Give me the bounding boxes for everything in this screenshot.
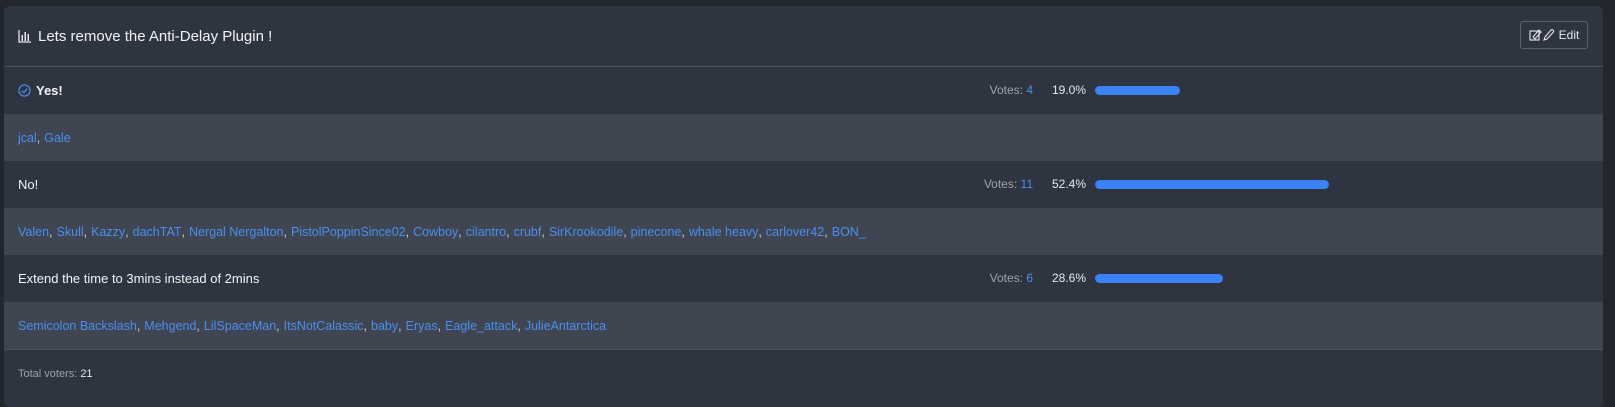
voter-link[interactable]: pinecone: [631, 225, 682, 239]
votes-count: 6: [1026, 271, 1033, 285]
voters-row: Semicolon Backslash, Mehgend, LilSpaceMan,…: [4, 302, 1603, 349]
poll-panel: Lets remove the Anti-Delay Plugin ! Edit…: [4, 6, 1603, 407]
voter-separator: ,: [125, 224, 129, 239]
total-voters-label: Total voters:: [18, 367, 78, 380]
option-label: No!: [18, 177, 38, 192]
option-label-text: Extend the time to 3mins instead of 2min…: [18, 271, 260, 286]
option-label: Yes!: [18, 83, 63, 98]
voter-link[interactable]: crubf: [514, 225, 542, 239]
voter-separator: ,: [517, 318, 521, 333]
voter-link[interactable]: baby: [371, 319, 398, 333]
votes-count: 4: [1026, 83, 1033, 97]
voter-separator: ,: [363, 318, 368, 333]
voter-separator: ,: [506, 224, 510, 239]
option-label-text: No!: [18, 177, 39, 192]
voter-link[interactable]: carlover42: [766, 225, 824, 239]
votes-count: 11: [1020, 177, 1033, 191]
voter-link[interactable]: whale heavy: [689, 225, 759, 239]
voter-link[interactable]: Cowboy: [413, 225, 458, 239]
votes-label: Votes:: [989, 83, 1023, 97]
votes-label: Votes:: [983, 177, 1018, 191]
voter-link[interactable]: Eryas: [406, 319, 438, 333]
voter-list: Semicolon Backslash, Mehgend, LilSpaceMan,…: [18, 319, 606, 333]
option-progress-bar: [1095, 180, 1329, 189]
total-voters-count: 21: [80, 367, 93, 380]
voter-link[interactable]: cilantro: [466, 225, 506, 239]
check-circle-icon: [18, 84, 31, 97]
voter-separator: ,: [681, 224, 685, 239]
poll-title: Lets remove the Anti-Delay Plugin !: [18, 28, 272, 45]
voter-link[interactable]: dachTAT: [133, 225, 182, 239]
voter-separator: ,: [398, 318, 402, 333]
voter-separator: ,: [181, 224, 185, 239]
poll-footer: Total voters: 21: [4, 349, 1603, 397]
voter-link[interactable]: Mehgend: [144, 319, 196, 333]
voter-link[interactable]: Eagle_attack: [445, 319, 517, 333]
poll-title-text: Lets remove the Anti-Delay Plugin !: [38, 27, 273, 45]
voter-link[interactable]: SirKrookodile: [549, 225, 623, 239]
option-label: Extend the time to 3mins instead of 2min…: [18, 271, 259, 286]
voter-list: Valen, Skull, Kazzy, dachTAT, Nergal Nergalt…: [18, 225, 866, 239]
voter-list: jcal, Gale: [18, 131, 71, 145]
edit-label: Edit: [1558, 28, 1580, 42]
voter-link[interactable]: Gale: [44, 131, 70, 145]
votes-label: Votes:: [989, 271, 1023, 285]
option-stats: Votes: 4 19.0%: [4, 67, 1603, 114]
poll-header: Lets remove the Anti-Delay Plugin ! Edit: [4, 6, 1603, 67]
option-percent: 28.6%: [1052, 271, 1087, 285]
voter-separator: ,: [136, 318, 141, 333]
voter-link[interactable]: BON_: [832, 225, 866, 239]
voter-separator: ,: [83, 224, 88, 239]
voter-link[interactable]: Semicolon Backslash: [18, 319, 137, 333]
option-percent: 52.4%: [1052, 177, 1087, 191]
voters-row: jcal, Gale: [4, 114, 1603, 161]
voter-link[interactable]: Valen: [18, 225, 49, 239]
voter-separator: ,: [49, 224, 53, 239]
voters-row: Valen, Skull, Kazzy, dachTAT, Nergal Nergalt…: [4, 208, 1603, 255]
voter-separator: ,: [824, 224, 828, 239]
voter-separator: ,: [276, 318, 280, 333]
edit-button[interactable]: Edit: [1520, 21, 1588, 49]
voter-separator: ,: [36, 130, 41, 145]
option-label-text: Yes!: [36, 83, 63, 98]
voter-link[interactable]: LilSpaceMan: [204, 319, 276, 333]
option-votes: Votes: 6: [990, 255, 1033, 302]
edit-icon: [1529, 29, 1554, 41]
voter-link[interactable]: Skull: [57, 225, 84, 239]
option-progress-bar: [1095, 274, 1223, 283]
voter-separator: ,: [458, 224, 462, 239]
voter-separator: ,: [623, 224, 627, 239]
poll-options: Yes! Votes: 4 19.0% jcal, Gale No! Votes: 11 52…: [4, 67, 1603, 349]
voter-separator: ,: [437, 318, 442, 333]
voter-separator: ,: [196, 318, 200, 333]
voter-link[interactable]: JulieAntarctica: [525, 319, 606, 333]
option-votes: Votes: 4: [990, 67, 1033, 114]
voter-link[interactable]: Kazzy: [91, 225, 125, 239]
voter-separator: ,: [758, 224, 762, 239]
option-percent: 19.0%: [1052, 83, 1087, 97]
bar-chart-icon: [18, 30, 31, 43]
voter-separator: ,: [405, 224, 410, 239]
voter-link[interactable]: Nergal Nergalton: [189, 225, 284, 239]
option-votes: Votes: 11: [984, 161, 1033, 208]
option-progress-bar: [1095, 86, 1180, 95]
poll-option-row[interactable]: No! Votes: 11 52.4%: [4, 161, 1603, 208]
voter-link[interactable]: jcal: [18, 131, 37, 145]
option-stats: Votes: 11 52.4%: [4, 161, 1603, 208]
voter-separator: ,: [541, 224, 545, 239]
voter-separator: ,: [283, 224, 287, 239]
poll-option-row[interactable]: Yes! Votes: 4 19.0%: [4, 67, 1603, 114]
voter-link[interactable]: ItsNotCalassic: [284, 319, 364, 333]
poll-option-row[interactable]: Extend the time to 3mins instead of 2min…: [4, 255, 1603, 302]
voter-link[interactable]: PistolPoppinSince02: [291, 225, 406, 239]
